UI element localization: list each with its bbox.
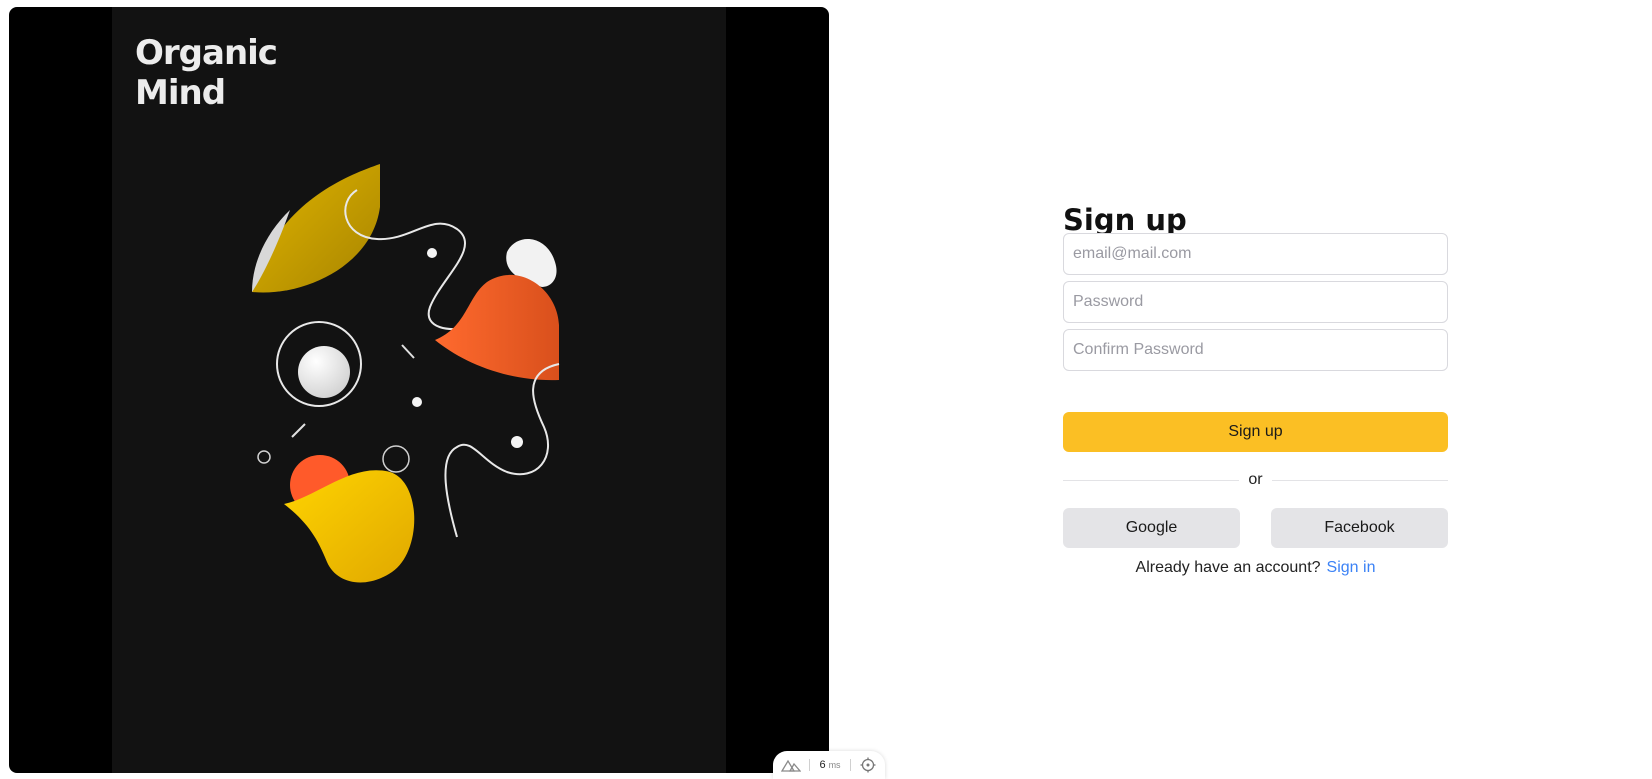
small-ring-shape <box>257 450 271 464</box>
small-ring-shape <box>382 445 410 473</box>
dash-shape <box>401 344 415 359</box>
divider-line-right <box>1272 480 1448 481</box>
signin-prompt: Already have an account? Sign in <box>1063 558 1448 578</box>
signin-link[interactable]: Sign in <box>1327 559 1376 576</box>
poster-image: Organic Mind <box>112 7 726 773</box>
confirm-password-field[interactable] <box>1063 329 1448 371</box>
email-field[interactable] <box>1063 233 1448 275</box>
timing-unit: ms <box>828 760 841 770</box>
wavy-line <box>444 363 560 538</box>
password-field[interactable] <box>1063 281 1448 323</box>
facebook-button[interactable]: Facebook <box>1271 508 1448 548</box>
dash-shape <box>291 423 306 438</box>
nuxt-logo-icon[interactable] <box>773 758 809 772</box>
timing-value: 6 <box>819 759 826 771</box>
ball-shape <box>298 346 350 398</box>
dot-shape <box>427 248 437 258</box>
dev-toolbar: 6 ms <box>773 751 885 779</box>
dot-shape <box>412 397 422 407</box>
dot-shape <box>511 436 523 448</box>
crosshair-icon[interactable] <box>851 757 885 773</box>
olive-leaf-shape <box>252 164 380 293</box>
signup-button[interactable]: Sign up <box>1063 412 1448 452</box>
or-divider: or <box>1063 470 1448 490</box>
orange-blob-shape <box>435 274 559 381</box>
render-timing[interactable]: 6 ms <box>810 759 850 771</box>
abstract-art <box>252 164 560 583</box>
hero-panel: Organic Mind <box>9 7 829 773</box>
footer-text: Already have an account? <box>1135 559 1321 576</box>
google-button[interactable]: Google <box>1063 508 1240 548</box>
